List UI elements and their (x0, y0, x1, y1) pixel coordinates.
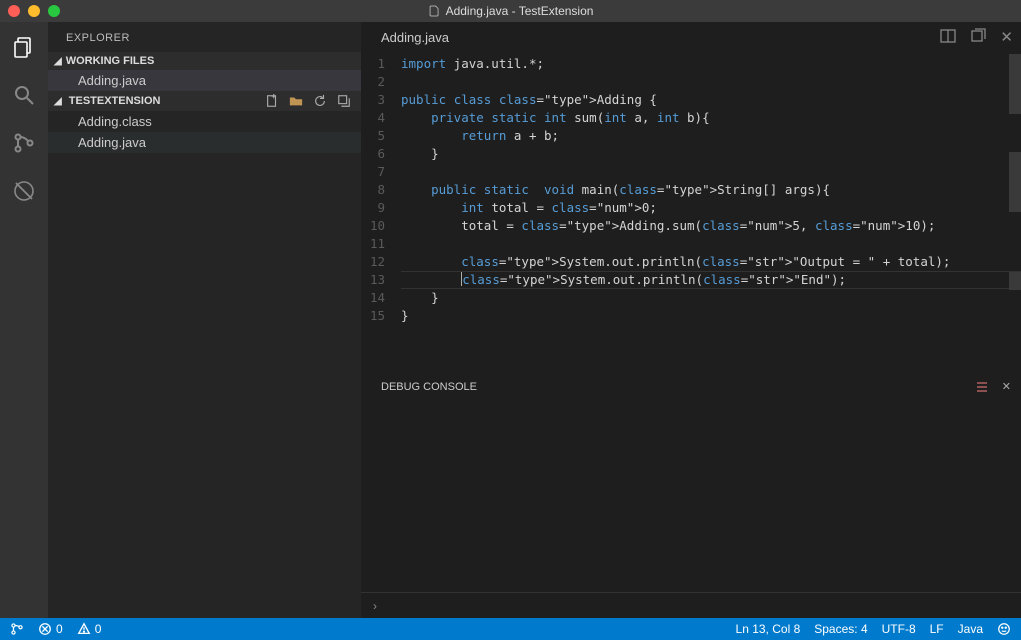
chevron-down-icon: ◢ (54, 96, 62, 107)
editor-body[interactable]: 123456789101112131415 import java.util.*… (361, 52, 1021, 372)
working-files-label: WORKING FILES (66, 55, 155, 67)
language-status[interactable]: Java (958, 622, 983, 636)
code-line[interactable]: private static int sum(int a, int b){ (401, 109, 1021, 127)
editor-group: Adding.java ✕ 123456789101112131415 impo… (361, 22, 1021, 618)
code-line[interactable]: public static void main(class="type">Str… (401, 181, 1021, 199)
new-file-icon[interactable] (265, 94, 279, 108)
debug-console-header: DEBUG CONSOLE ✕ (361, 372, 1021, 400)
code-line[interactable]: } (401, 289, 1021, 307)
warnings-status[interactable]: 0 (77, 622, 102, 636)
line-number-gutter: 123456789101112131415 (361, 52, 401, 372)
overview-ruler[interactable] (1009, 52, 1021, 372)
eol-status[interactable]: LF (930, 622, 944, 636)
chevron-down-icon: ◢ (54, 56, 62, 67)
code-line[interactable]: public class class="type">Adding { (401, 91, 1021, 109)
git-branch-status[interactable] (10, 622, 24, 636)
close-panel-icon[interactable]: ✕ (1002, 380, 1011, 393)
code-line[interactable]: } (401, 307, 1021, 325)
editor-tab-bar: Adding.java ✕ (361, 22, 1021, 52)
error-icon (38, 622, 52, 636)
code-line[interactable]: class="type">System.out.println(class="s… (401, 253, 1021, 271)
git-icon (12, 131, 36, 155)
window-controls (8, 5, 60, 17)
window-titlebar: Adding.java - TestExtension (0, 0, 1021, 22)
explorer-tab[interactable] (11, 34, 37, 60)
code-area[interactable]: import java.util.*; public class class="t… (401, 52, 1021, 372)
code-line[interactable]: return a + b; (401, 127, 1021, 145)
new-folder-icon[interactable] (289, 94, 303, 108)
activity-bar (0, 22, 48, 618)
repl-input[interactable]: › (361, 592, 1021, 618)
feedback-status[interactable] (997, 622, 1011, 636)
zoom-window-button[interactable] (48, 5, 60, 17)
debug-tab[interactable] (11, 178, 37, 204)
errors-status[interactable]: 0 (38, 622, 63, 636)
git-tab[interactable] (11, 130, 37, 156)
git-branch-icon (10, 622, 24, 636)
minimize-window-button[interactable] (28, 5, 40, 17)
search-icon (12, 83, 36, 107)
indent-status[interactable]: Spaces: 4 (814, 622, 867, 636)
warning-icon (77, 622, 91, 636)
files-icon (12, 35, 36, 59)
collapse-all-icon[interactable] (337, 94, 351, 108)
working-file-item[interactable]: Adding.java (48, 70, 361, 91)
code-line[interactable]: total = class="type">Adding.sum(class="n… (401, 217, 1021, 235)
code-line[interactable]: import java.util.*; (401, 55, 1021, 73)
debug-console-title: DEBUG CONSOLE (381, 381, 477, 393)
close-window-button[interactable] (8, 5, 20, 17)
bug-icon (12, 179, 36, 203)
java-file-icon (428, 5, 440, 17)
window-title: Adding.java - TestExtension (428, 4, 594, 18)
search-tab[interactable] (11, 82, 37, 108)
repl-prompt-icon: › (373, 599, 377, 613)
clear-console-icon[interactable] (974, 379, 990, 395)
cursor-position-status[interactable]: Ln 13, Col 8 (736, 622, 801, 636)
code-line[interactable]: } (401, 145, 1021, 163)
folder-header[interactable]: ◢ TESTEXTENSION (48, 91, 361, 111)
file-item[interactable]: Adding.java (48, 132, 361, 153)
close-editor-icon[interactable]: ✕ (1000, 28, 1013, 46)
editor-tab[interactable]: Adding.java (381, 30, 449, 45)
code-line[interactable] (401, 163, 1021, 181)
code-line[interactable] (401, 73, 1021, 91)
debug-console-body[interactable] (361, 400, 1021, 592)
refresh-icon[interactable] (313, 94, 327, 108)
more-icon[interactable] (970, 28, 986, 44)
explorer-sidebar: EXPLORER ◢ WORKING FILES Adding.java ◢ T… (48, 22, 361, 618)
code-line[interactable]: int total = class="num">0; (401, 199, 1021, 217)
split-editor-icon[interactable] (940, 28, 956, 44)
code-line[interactable] (401, 235, 1021, 253)
smiley-icon (997, 622, 1011, 636)
encoding-status[interactable]: UTF-8 (882, 622, 916, 636)
working-files-header[interactable]: ◢ WORKING FILES (48, 52, 361, 70)
file-item[interactable]: Adding.class (48, 111, 361, 132)
status-bar: 0 0 Ln 13, Col 8 Spaces: 4 UTF-8 LF Java (0, 618, 1021, 640)
explorer-title: EXPLORER (48, 22, 361, 52)
folder-label: TESTEXTENSION (69, 95, 161, 107)
